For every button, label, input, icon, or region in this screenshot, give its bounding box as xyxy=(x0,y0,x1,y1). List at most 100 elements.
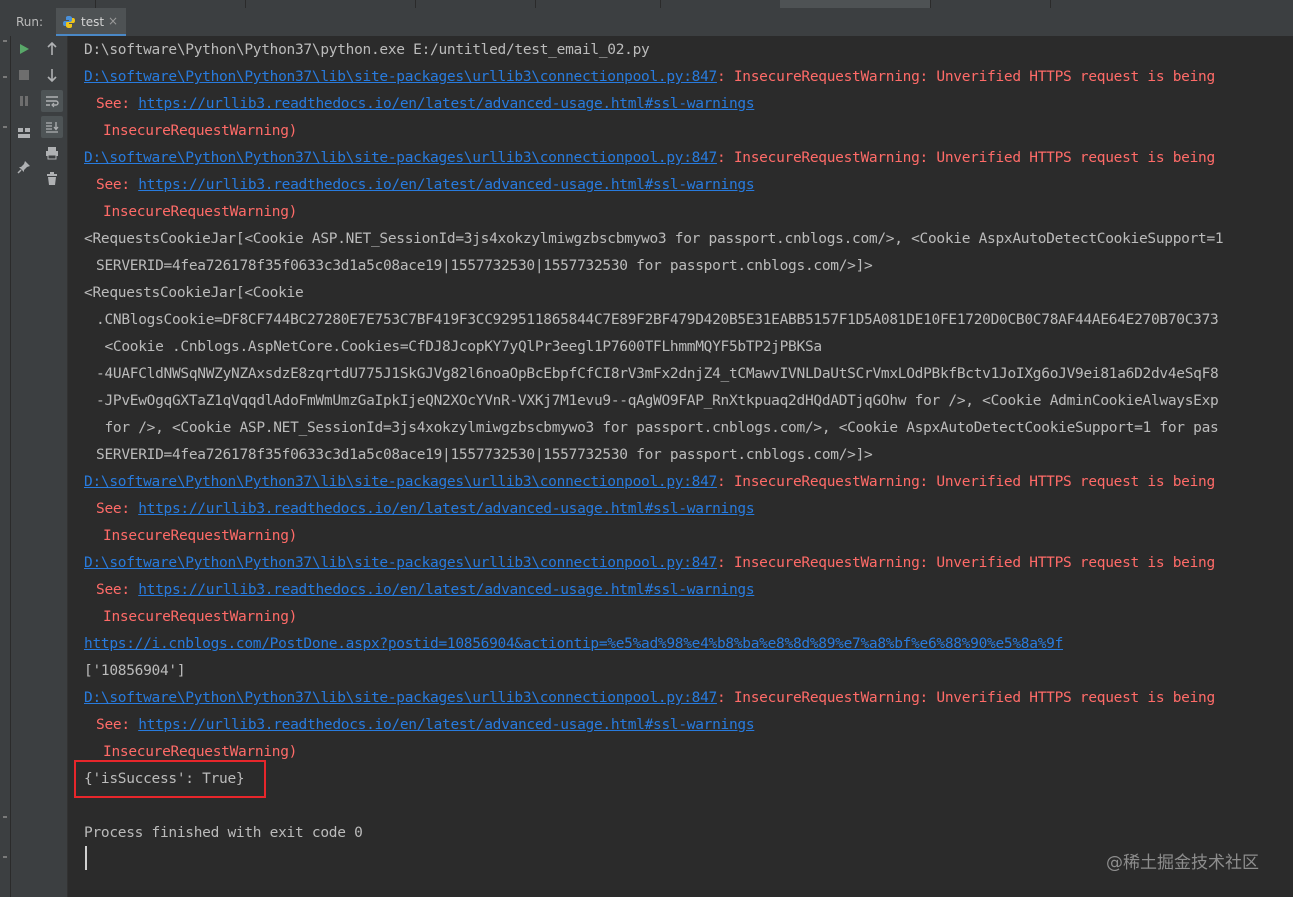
python-icon xyxy=(63,16,75,28)
output-text: ['10856904'] xyxy=(84,663,186,679)
run-tool-window-header: Run: test × xyxy=(0,8,1293,37)
console-line: SERVERID=4fea726178f35f0633c3d1a5c08ace1… xyxy=(96,256,873,276)
console-link[interactable]: D:\software\Python\Python37\lib\site-pac… xyxy=(84,474,717,490)
console-link[interactable]: D:\software\Python\Python37\lib\site-pac… xyxy=(84,690,717,706)
console-line: Process finished with exit code 0 xyxy=(84,823,363,843)
output-text: -JPvEwOgqGXTaZ1qVqqdlAdoFmWmUmzGaIpkIjeQ… xyxy=(96,393,1219,409)
console-line: See: https://urllib3.readthedocs.io/en/l… xyxy=(96,175,755,195)
console-line: -JPvEwOgqGXTaZ1qVqqdlAdoFmWmUmzGaIpkIjeQ… xyxy=(96,391,1219,411)
warning-text: See: xyxy=(96,96,139,112)
output-text: for />, <Cookie ASP.NET_SessionId=3js4xo… xyxy=(96,420,1219,436)
output-text: <RequestsCookieJar[<Cookie xyxy=(84,285,304,301)
warning-text: : InsecureRequestWarning: Unverified HTT… xyxy=(716,69,1215,85)
console-line: D:\software\Python\Python37\lib\site-pac… xyxy=(84,67,1215,87)
strip-marker xyxy=(3,856,7,858)
console-line: https://i.cnblogs.com/PostDone.aspx?post… xyxy=(84,634,1063,654)
close-tab-icon[interactable]: × xyxy=(108,14,118,28)
watermark: @稀土掘金技术社区 xyxy=(1106,853,1259,873)
console-line: <RequestsCookieJar[<Cookie ASP.NET_Sessi… xyxy=(84,229,1224,249)
run-icon[interactable] xyxy=(13,38,35,60)
warning-text: : InsecureRequestWarning: Unverified HTT… xyxy=(716,474,1215,490)
editor-tab[interactable] xyxy=(930,0,1051,8)
console-line: ['10856904'] xyxy=(84,661,186,681)
console-link[interactable]: https://urllib3.readthedocs.io/en/latest… xyxy=(138,717,754,733)
console-link[interactable]: D:\software\Python\Python37\lib\site-pac… xyxy=(84,69,717,85)
console-link[interactable]: https://i.cnblogs.com/PostDone.aspx?post… xyxy=(84,636,1063,652)
console-line: D:\software\Python\Python37\lib\site-pac… xyxy=(84,553,1215,573)
left-tool-strip xyxy=(0,36,11,897)
scroll-to-end-icon[interactable] xyxy=(41,116,63,138)
output-text: -4UAFCldNWSqNWZyNZAxsdzE8zqrtdU775J1SkGJ… xyxy=(96,366,1219,382)
arrow-down-icon[interactable] xyxy=(41,64,63,86)
console-output[interactable]: D:\software\Python\Python37\python.exe E… xyxy=(68,36,1293,897)
console-link[interactable]: D:\software\Python\Python37\lib\site-pac… xyxy=(84,555,717,571)
console-line: InsecureRequestWarning) xyxy=(103,202,297,222)
console-link[interactable]: https://urllib3.readthedocs.io/en/latest… xyxy=(138,96,754,112)
editor-tab[interactable] xyxy=(415,0,536,8)
console-line: D:\software\Python\Python37\python.exe E… xyxy=(84,40,650,60)
output-text: .CNBlogsCookie=DF8CF744BC27280E7E753C7BF… xyxy=(96,312,1219,328)
editor-tab[interactable] xyxy=(660,0,781,8)
warning-text: InsecureRequestWarning) xyxy=(103,204,298,220)
strip-marker xyxy=(3,126,7,128)
warning-text: : InsecureRequestWarning: Unverified HTT… xyxy=(716,555,1215,571)
run-tab-test[interactable]: test × xyxy=(56,8,126,36)
console-link[interactable]: D:\software\Python\Python37\lib\site-pac… xyxy=(84,150,717,166)
editor-tab[interactable] xyxy=(0,0,96,8)
console-line: See: https://urllib3.readthedocs.io/en/l… xyxy=(96,580,755,600)
console-line: D:\software\Python\Python37\lib\site-pac… xyxy=(84,688,1215,708)
warning-text: InsecureRequestWarning) xyxy=(103,528,298,544)
arrow-up-icon[interactable] xyxy=(41,38,63,60)
console-line: See: https://urllib3.readthedocs.io/en/l… xyxy=(96,499,755,519)
console-line: <Cookie .Cnblogs.AspNetCore.Cookies=CfDJ… xyxy=(96,337,822,357)
editor-tab-active[interactable] xyxy=(780,0,931,8)
console-line: InsecureRequestWarning) xyxy=(103,121,297,141)
warning-text: See: xyxy=(96,717,139,733)
console-line: See: https://urllib3.readthedocs.io/en/l… xyxy=(96,94,755,114)
output-text: <Cookie .Cnblogs.AspNetCore.Cookies=CfDJ… xyxy=(96,339,822,355)
output-text: Process finished with exit code 0 xyxy=(84,825,363,841)
warning-text: : InsecureRequestWarning: Unverified HTT… xyxy=(716,690,1215,706)
warning-text: InsecureRequestWarning) xyxy=(103,123,298,139)
warning-text: See: xyxy=(96,582,139,598)
warning-text: : InsecureRequestWarning: Unverified HTT… xyxy=(716,150,1215,166)
warning-text: See: xyxy=(96,177,139,193)
console-line: <RequestsCookieJar[<Cookie xyxy=(84,283,304,303)
output-text: <RequestsCookieJar[<Cookie ASP.NET_Sessi… xyxy=(84,231,1224,247)
print-icon[interactable] xyxy=(41,142,63,164)
run-label: Run: xyxy=(16,15,44,29)
output-text: D:\software\Python\Python37\python.exe E… xyxy=(84,42,650,58)
console-line: SERVERID=4fea726178f35f0633c3d1a5c08ace1… xyxy=(96,445,873,465)
run-toolbar xyxy=(11,36,68,897)
pin-icon[interactable] xyxy=(13,156,35,178)
output-text: SERVERID=4fea726178f35f0633c3d1a5c08ace1… xyxy=(96,447,873,463)
strip-marker xyxy=(3,816,7,818)
console-link[interactable]: https://urllib3.readthedocs.io/en/latest… xyxy=(138,501,754,517)
console-line: See: https://urllib3.readthedocs.io/en/l… xyxy=(96,715,755,735)
result-highlight-box xyxy=(74,760,266,798)
console-link[interactable]: https://urllib3.readthedocs.io/en/latest… xyxy=(138,177,754,193)
stop-icon[interactable] xyxy=(13,64,35,86)
console-line: InsecureRequestWarning) xyxy=(103,742,297,762)
pause-icon[interactable] xyxy=(13,90,35,112)
console-line: D:\software\Python\Python37\lib\site-pac… xyxy=(84,148,1215,168)
console-line: InsecureRequestWarning) xyxy=(103,526,297,546)
text-caret xyxy=(85,846,87,870)
editor-tab[interactable] xyxy=(245,0,416,8)
console-line: D:\software\Python\Python37\lib\site-pac… xyxy=(84,472,1215,492)
output-text: SERVERID=4fea726178f35f0633c3d1a5c08ace1… xyxy=(96,258,873,274)
console-line: .CNBlogsCookie=DF8CF744BC27280E7E753C7BF… xyxy=(96,310,1219,330)
soft-wrap-icon[interactable] xyxy=(41,90,63,112)
run-tab-label: test xyxy=(81,15,105,29)
console-line: -4UAFCldNWSqNWZyNZAxsdzE8zqrtdU775J1SkGJ… xyxy=(96,364,1219,384)
trash-icon[interactable] xyxy=(41,168,63,190)
console-line: for />, <Cookie ASP.NET_SessionId=3js4xo… xyxy=(96,418,1219,438)
layout-icon[interactable] xyxy=(13,122,35,144)
warning-text: InsecureRequestWarning) xyxy=(103,609,298,625)
editor-tab[interactable] xyxy=(95,0,246,8)
editor-tab[interactable] xyxy=(535,0,661,8)
console-line: InsecureRequestWarning) xyxy=(103,607,297,627)
warning-text: InsecureRequestWarning) xyxy=(103,744,298,760)
console-link[interactable]: https://urllib3.readthedocs.io/en/latest… xyxy=(138,582,754,598)
strip-marker xyxy=(3,40,7,42)
